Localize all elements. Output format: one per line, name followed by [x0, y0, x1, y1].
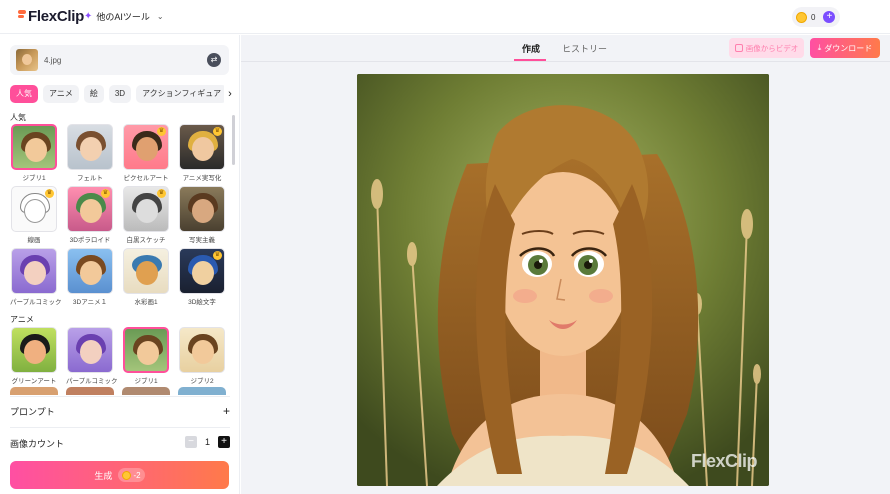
- result-area: 作成 ヒストリー 画像からビデオ ⤓ ダウンロード FlexClip: [241, 35, 890, 494]
- tab-3d[interactable]: 3D: [108, 85, 132, 103]
- generate-label: 生成: [94, 470, 113, 481]
- download-icon: ⤓: [817, 43, 822, 52]
- divider: [10, 427, 230, 428]
- crown-icon: ♛: [157, 127, 166, 136]
- tab-popular[interactable]: 人気: [10, 85, 38, 103]
- anime-style-grid: グリーンアート パープルコミック ジブリ1 ジブリ2: [10, 327, 230, 387]
- prompt-row[interactable]: プロンプト +: [10, 399, 230, 423]
- crown-icon: ♛: [45, 189, 54, 198]
- add-coins-button[interactable]: +: [823, 11, 836, 23]
- style-label: 写実主義: [189, 237, 215, 244]
- tab-painting[interactable]: 絵: [83, 85, 104, 103]
- style-card-3d-anime1[interactable]: 3Dアニメ１: [66, 248, 114, 308]
- style-card-green-art[interactable]: グリーンアート: [10, 327, 58, 387]
- result-tabs: 作成 ヒストリー 画像からビデオ ⤓ ダウンロード: [241, 35, 890, 62]
- section-title-anime: アニメ: [10, 315, 34, 324]
- style-card-purple-comic-2[interactable]: パープルコミック: [66, 327, 118, 387]
- style-label: ジブリ2: [190, 378, 214, 385]
- style-card-3d-polaroid[interactable]: ♛ 3Dポラロイド: [66, 186, 114, 246]
- logo-icon: [18, 9, 26, 23]
- coin-balance[interactable]: 0 +: [792, 7, 840, 27]
- style-label: パープルコミック: [66, 378, 118, 385]
- style-card-watercolor1[interactable]: 水彩画1: [122, 248, 170, 308]
- left-panel: 4.jpg ⇄ 人気 アニメ 絵 3D アクションフィギュア スケ › 人気 ジ…: [0, 35, 240, 494]
- style-label: ジブリ1: [22, 175, 46, 182]
- style-label: グリーンアート: [11, 378, 57, 385]
- logo-text: FlexClip: [28, 7, 84, 25]
- replace-image-button[interactable]: ⇄: [207, 53, 221, 67]
- generated-image[interactable]: FlexClip: [357, 74, 769, 486]
- style-label: 3Dアニメ１: [72, 299, 108, 306]
- top-bar: FlexClip ✦ 他のAIツール ⌄ 0 +: [0, 0, 890, 34]
- plus-icon[interactable]: +: [223, 404, 230, 418]
- generate-button[interactable]: 生成 -2: [10, 461, 229, 489]
- download-label: ダウンロード: [824, 43, 873, 53]
- tab-history[interactable]: ヒストリー: [562, 42, 607, 55]
- ai-tools-label: 他のAIツール: [96, 12, 150, 22]
- style-label: 線画: [27, 237, 41, 244]
- generate-cost-badge: -2: [118, 468, 145, 482]
- tab-create[interactable]: 作成: [522, 42, 540, 55]
- image-count-value: 1: [204, 437, 210, 447]
- style-grid-overflow: [10, 387, 230, 395]
- coin-icon: [796, 11, 807, 23]
- coin-icon: [122, 470, 132, 480]
- divider: [10, 396, 230, 397]
- watermark: FlexClip: [690, 451, 758, 471]
- image-count-label: 画像カウント: [10, 438, 65, 449]
- crown-icon: ♛: [157, 189, 166, 198]
- crown-icon: ♛: [213, 127, 222, 136]
- style-card-line-art[interactable]: ♛ 線画: [10, 186, 58, 246]
- crown-icon: ♛: [101, 189, 110, 198]
- image-count-row: 画像カウント − 1 +: [10, 433, 230, 453]
- style-card-purple-comic[interactable]: パープルコミック: [10, 248, 62, 308]
- style-label: 3Dポラロイド: [69, 237, 111, 244]
- popular-style-grid: ジブリ1 フェルト ♛ ピクセルアート ♛ アニメ実写化 ♛ 線画 ♛ 3Dポラ…: [10, 124, 230, 308]
- sparkle-icon: ✦: [84, 11, 93, 22]
- prompt-label: プロンプト: [10, 406, 55, 417]
- tab-action-figure[interactable]: アクションフィギュア: [136, 85, 228, 103]
- style-label: アニメ実写化: [182, 175, 222, 182]
- style-label: 水彩画1: [134, 299, 158, 306]
- video-icon: [734, 44, 743, 52]
- style-label: パープルコミック: [10, 299, 62, 306]
- image-count-stepper: − 1 +: [184, 436, 230, 448]
- section-title-popular: 人気: [10, 113, 26, 122]
- style-list-scrollbar[interactable]: [232, 115, 235, 165]
- increment-button[interactable]: +: [218, 436, 230, 448]
- image-to-video-button[interactable]: 画像からビデオ: [729, 38, 804, 58]
- decrement-button[interactable]: −: [184, 436, 197, 448]
- image-to-video-label: 画像からビデオ: [745, 43, 799, 53]
- tab-anime[interactable]: アニメ: [43, 85, 79, 103]
- coin-count: 0: [811, 12, 816, 22]
- style-card-realism[interactable]: 写実主義: [178, 186, 226, 246]
- style-card-ghibli2[interactable]: ジブリ2: [178, 327, 226, 387]
- style-label: フェルト: [77, 175, 103, 182]
- style-card-pixel-art[interactable]: ♛ ピクセルアート: [122, 124, 170, 184]
- download-button[interactable]: ⤓ ダウンロード: [810, 38, 880, 58]
- crown-icon: ♛: [213, 251, 222, 260]
- flexclip-logo[interactable]: FlexClip: [18, 7, 84, 25]
- file-name: 4.jpg: [44, 55, 62, 65]
- style-card-3d-emoji[interactable]: ♛ 3D絵文字: [178, 248, 226, 308]
- style-label: ジブリ1: [134, 378, 158, 385]
- style-label: ピクセルアート: [123, 175, 169, 182]
- file-thumbnail: [16, 49, 38, 71]
- style-label: 白黒スケッチ: [126, 237, 166, 244]
- style-card-felt[interactable]: フェルト: [66, 124, 114, 184]
- chevron-right-icon[interactable]: ›: [224, 85, 236, 103]
- ghibli-portrait-illustration: [357, 74, 769, 486]
- style-card-ghibli1[interactable]: ジブリ1: [10, 124, 58, 184]
- style-category-tabs: 人気 アニメ 絵 3D アクションフィギュア スケ: [10, 85, 236, 103]
- style-label: 3D絵文字: [188, 299, 216, 306]
- chevron-down-icon: ⌄: [156, 12, 164, 21]
- style-card-ghibli1-2[interactable]: ジブリ1: [122, 327, 170, 387]
- generate-cost: -2: [133, 470, 141, 480]
- uploaded-file: 4.jpg ⇄: [10, 45, 229, 75]
- style-card-anime-live[interactable]: ♛ アニメ実写化: [178, 124, 226, 184]
- active-tab-indicator: [514, 59, 546, 61]
- style-card-bw-sketch[interactable]: ♛ 白黒スケッチ: [122, 186, 170, 246]
- ai-tools-menu[interactable]: ✦ 他のAIツール ⌄: [84, 10, 164, 23]
